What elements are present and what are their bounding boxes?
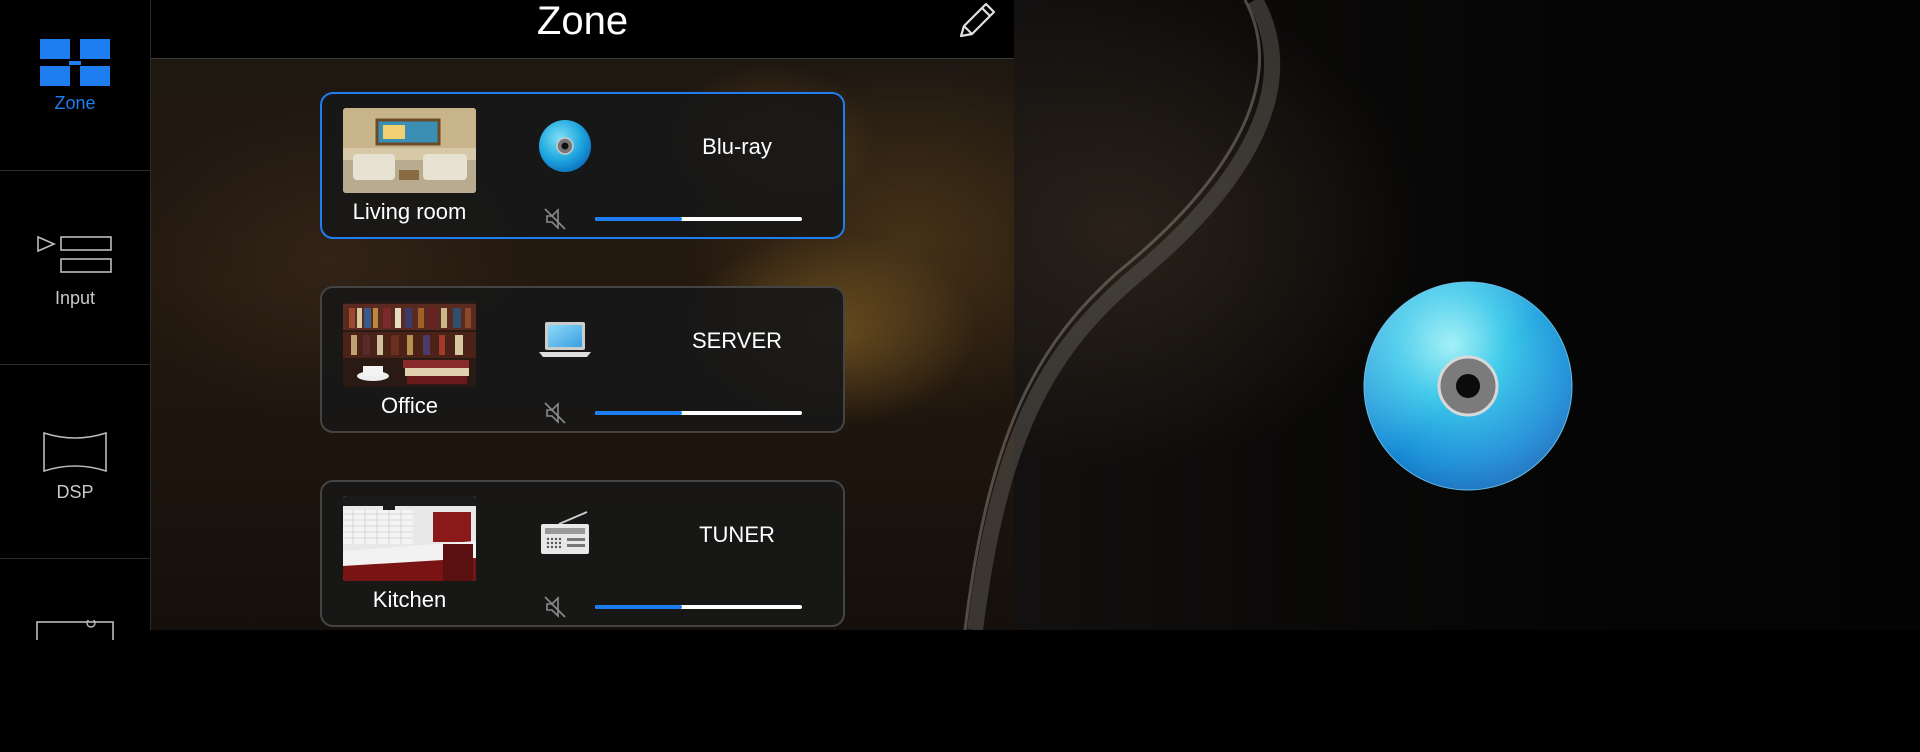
volume-slider[interactable] (595, 605, 802, 609)
sidebar-nav: Zone Input DSP (0, 0, 151, 640)
volume-fill (595, 411, 682, 415)
office-thumbnail (343, 302, 476, 387)
source-name: Blu-ray (702, 134, 772, 159)
mute-speaker-icon[interactable] (543, 207, 567, 231)
nav-label-dsp: DSP (56, 482, 94, 502)
volume-slider[interactable] (595, 217, 802, 221)
input-source-icon (37, 235, 112, 273)
bluray-disc-icon (539, 120, 591, 172)
volume-slider[interactable] (595, 411, 802, 415)
volume-fill (595, 217, 682, 221)
dsp-sound-field-icon (43, 431, 107, 473)
kitchen-thumbnail (343, 496, 476, 581)
zone-card-living-room[interactable]: Living room Blu-ray (320, 92, 845, 239)
next-section-icon (36, 620, 114, 640)
nav-label-zone: Zone (54, 93, 96, 113)
radio-icon (541, 511, 589, 554)
mute-speaker-icon[interactable] (543, 401, 567, 425)
header-bar: Zone (151, 0, 1014, 59)
source-name: SERVER (691, 328, 783, 353)
living-room-thumbnail (343, 108, 476, 193)
mute-speaker-icon[interactable] (543, 595, 567, 619)
nav-item-dsp[interactable]: DSP (0, 364, 150, 559)
source-name: TUNER (699, 522, 775, 547)
zone-card-office[interactable]: Office SERVER (320, 286, 845, 433)
zone-name: Living room (352, 199, 467, 224)
page-title: Zone (536, 0, 629, 43)
nav-label-input: Input (54, 288, 96, 308)
nav-item-input[interactable]: Input (0, 170, 150, 365)
edit-pencil-icon[interactable] (953, 0, 1003, 44)
zone-name: Office (380, 393, 439, 418)
laptop-icon (539, 322, 591, 357)
nav-item-zone[interactable]: Zone (0, 0, 150, 171)
bluray-disc-icon (1363, 281, 1573, 491)
zone-grid-icon (40, 39, 110, 86)
zone-card-kitchen[interactable]: Kitchen TUNER (320, 480, 845, 627)
zone-name: Kitchen (372, 587, 447, 612)
volume-fill (595, 605, 682, 609)
nav-item-more[interactable] (0, 558, 150, 752)
